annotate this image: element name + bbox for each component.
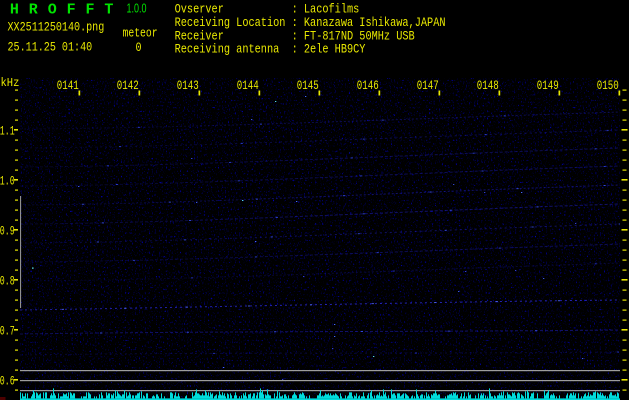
svg-text:XX2511250140.png: XX2511250140.png [8, 20, 105, 35]
svg-text:1.0: 1.0 [0, 175, 15, 189]
svg-text:kHz: kHz [1, 77, 20, 90]
svg-text:H R O F F T: H R O F F T [10, 1, 114, 18]
svg-text:0148: 0148 [477, 80, 499, 94]
svg-text:25.11.25 01:40: 25.11.25 01:40 [8, 41, 93, 56]
svg-text:Receiving antenna : 2ele HB9C: Receiving antenna : 2ele HB9CY [175, 42, 366, 58]
svg-text:0: 0 [136, 41, 142, 56]
svg-text:0144: 0144 [237, 80, 259, 94]
svg-text:0.7: 0.7 [0, 325, 15, 339]
svg-text:0.8: 0.8 [0, 275, 15, 289]
svg-text:0149: 0149 [537, 80, 559, 94]
svg-text:0.9: 0.9 [0, 225, 15, 239]
svg-text:1.1: 1.1 [0, 125, 15, 139]
svg-text:1.0.0: 1.0.0 [127, 2, 147, 16]
svg-text:0.6: 0.6 [0, 375, 15, 389]
svg-text:0147: 0147 [417, 80, 439, 94]
svg-text:0141: 0141 [57, 80, 79, 94]
svg-text:0143: 0143 [177, 80, 199, 94]
svg-text:0146: 0146 [357, 80, 379, 94]
svg-text:meteor: meteor [123, 26, 158, 41]
svg-text:0150: 0150 [597, 80, 619, 94]
svg-text:0142: 0142 [117, 80, 139, 94]
svg-text:0145: 0145 [297, 80, 319, 94]
